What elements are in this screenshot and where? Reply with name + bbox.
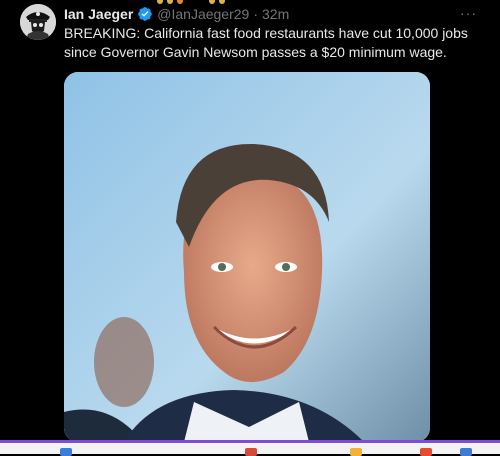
verified-badge-icon[interactable] [137, 6, 153, 22]
tweet-card[interactable]: Ian Jaeger @IanJaeger29 · 32m ··· BREAKI… [0, 0, 500, 440]
app-icon[interactable] [460, 448, 472, 456]
taskbar [0, 440, 500, 456]
handle[interactable]: @IanJaeger29 [157, 6, 249, 22]
app-icon[interactable] [245, 448, 257, 456]
tweet-header: Ian Jaeger @IanJaeger29 · 32m [64, 4, 289, 24]
tweet-text: BREAKING: California fast food restauran… [64, 25, 468, 60]
display-name[interactable]: Ian Jaeger [64, 6, 133, 22]
app-icon[interactable] [60, 448, 72, 456]
photo-icon [64, 72, 430, 440]
pirate-skull-avatar-icon [20, 4, 56, 40]
separator: · [253, 6, 258, 22]
avatar[interactable] [20, 4, 56, 40]
timestamp[interactable]: 32m [262, 6, 289, 22]
app-icon[interactable] [420, 448, 432, 456]
more-options-icon[interactable]: ··· [460, 5, 478, 21]
tweet-media-image[interactable] [64, 72, 430, 440]
app-icon[interactable] [350, 448, 362, 456]
